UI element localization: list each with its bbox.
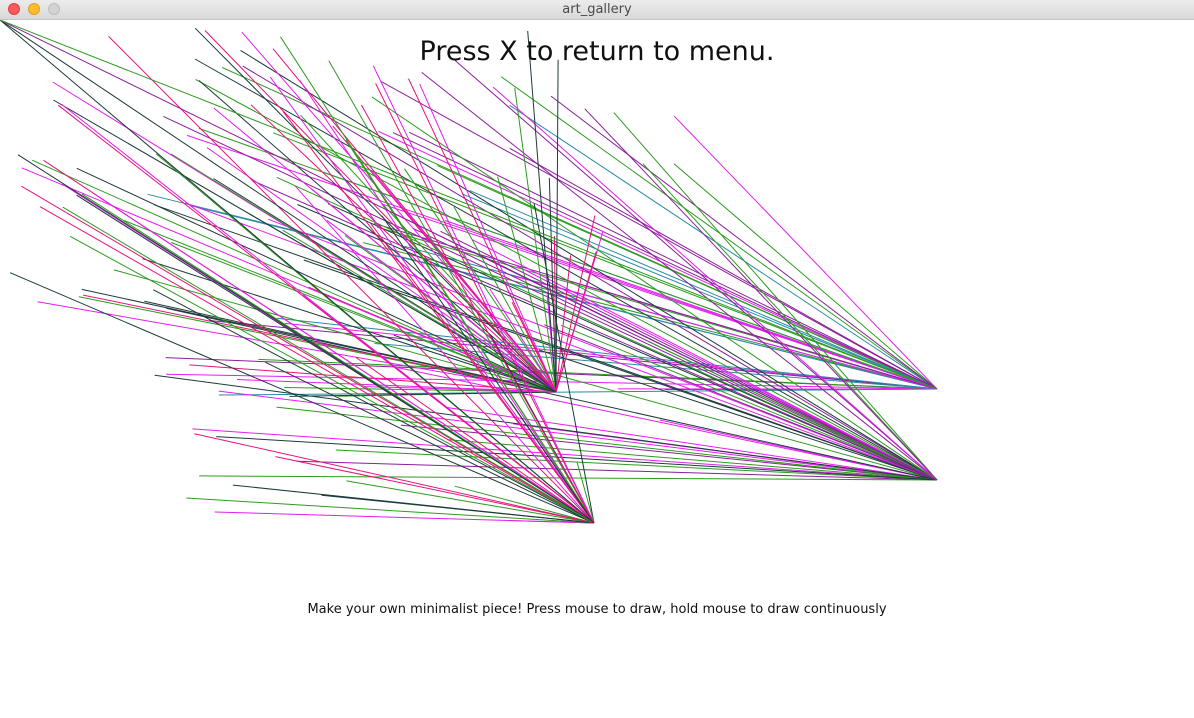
app-window: art_gallery Press X to return to menu. M…	[0, 0, 1194, 718]
drawn-line	[673, 115, 938, 390]
drawn-line	[492, 86, 938, 481]
drawn-line	[62, 206, 595, 524]
drawn-line	[421, 72, 938, 481]
drawn-line	[113, 269, 557, 393]
drawing-instructions: Make your own minimalist piece! Press mo…	[307, 602, 887, 617]
drawn-line	[21, 167, 557, 393]
drawn-line	[371, 96, 938, 481]
drawn-line	[555, 59, 559, 393]
drawn-line	[152, 289, 595, 524]
drawn-line	[555, 251, 597, 393]
drawn-line	[398, 367, 938, 481]
window-title: art_gallery	[562, 2, 632, 17]
drawing-canvas[interactable]: Press X to return to menu. Make your own…	[0, 20, 1194, 718]
title-bar[interactable]: art_gallery	[0, 0, 1194, 20]
drawn-line	[240, 49, 938, 481]
drawn-line	[584, 108, 938, 481]
drawn-line	[194, 58, 938, 481]
return-instruction: Press X to return to menu.	[419, 36, 775, 67]
drawn-line	[360, 104, 595, 524]
drawn-line	[408, 78, 557, 393]
